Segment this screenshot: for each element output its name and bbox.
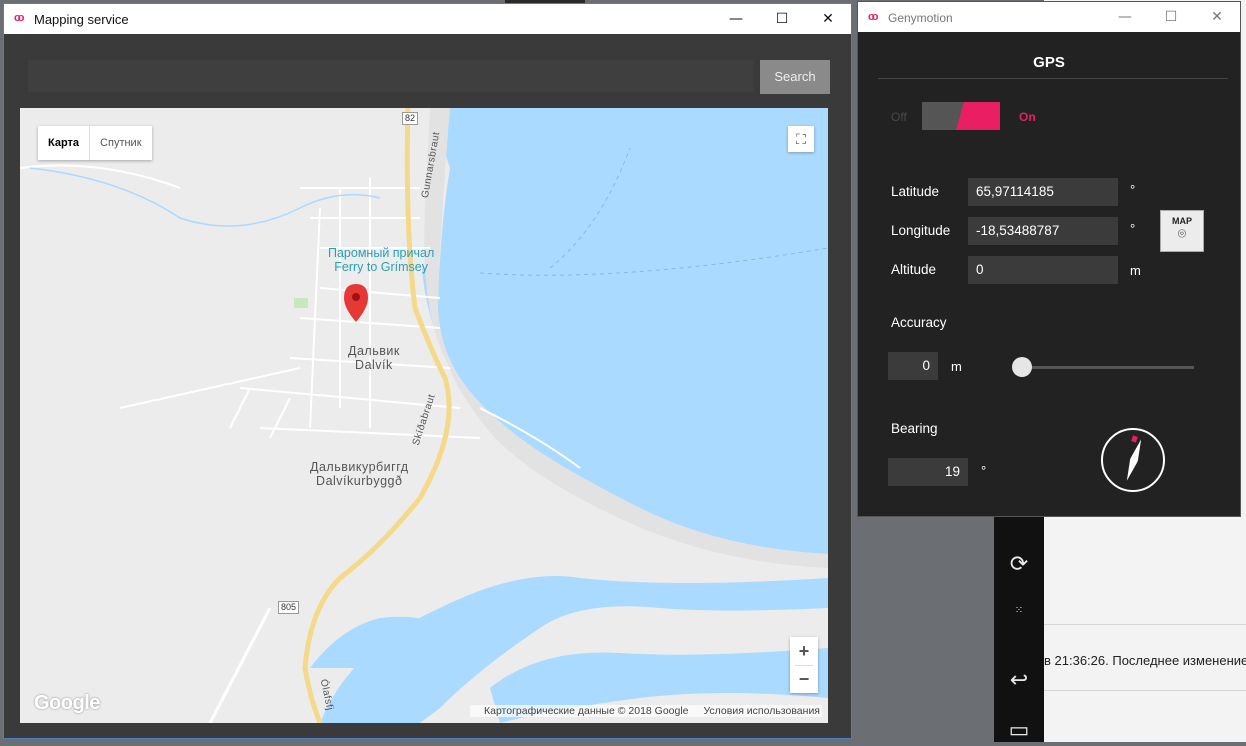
- accuracy-field[interactable]: 0: [888, 352, 938, 380]
- longitude-field[interactable]: -18,53488787: [968, 217, 1118, 245]
- latitude-field[interactable]: 65,97114185: [968, 178, 1118, 206]
- map-picker-button[interactable]: MAP ⌾: [1160, 210, 1204, 252]
- gps-on-label: On: [1019, 110, 1036, 124]
- road-number-805: 805: [278, 601, 300, 614]
- maximize-button[interactable]: ☐: [1148, 2, 1194, 32]
- android-side-toolbar: ⟳ ⁙ ↩ ▭: [994, 516, 1044, 743]
- zoom-in-button[interactable]: +: [790, 637, 818, 665]
- accuracy-unit: m: [951, 359, 962, 374]
- sea-area: [430, 108, 828, 554]
- minimize-button[interactable]: —: [713, 4, 759, 34]
- app-logo-icon: oo: [14, 12, 25, 24]
- back-icon[interactable]: ↩: [1004, 666, 1034, 696]
- terms-link[interactable]: Условия использования: [703, 705, 820, 717]
- genymotion-gps-window: oo Genymotion — ☐ ✕ GPS Off On Latitude …: [857, 1, 1241, 517]
- latitude-unit: °: [1130, 182, 1136, 197]
- altitude-label: Altitude: [891, 262, 937, 277]
- accuracy-slider-track[interactable]: [1022, 366, 1194, 369]
- close-button[interactable]: ✕: [805, 4, 851, 34]
- latitude-label: Latitude: [891, 184, 940, 199]
- map-type-satellite-button[interactable]: Спутник: [90, 126, 151, 160]
- search-button[interactable]: Search: [760, 60, 830, 94]
- bearing-unit: °: [981, 463, 987, 478]
- search-row: Search: [28, 60, 830, 94]
- zoom-out-button[interactable]: −: [790, 665, 818, 693]
- map-attribution: Картографические данные © 2018 Google Ус…: [469, 705, 822, 717]
- bearing-field[interactable]: 19: [888, 458, 968, 486]
- gps-off-label: Off: [891, 110, 907, 124]
- map-type-map-button[interactable]: Карта: [38, 126, 91, 160]
- map-type-control: Карта Спутник: [38, 126, 152, 160]
- place-label-dalvikurbyggd: Дальвикурбиггд Dalvíkurbyggð: [310, 460, 409, 488]
- accuracy-slider-handle[interactable]: [1012, 357, 1032, 377]
- place-label-dalvik: Дальвик Dalvík: [348, 344, 400, 372]
- side-road: [208, 607, 272, 723]
- pixel-perfect-icon[interactable]: ⁙: [1004, 596, 1034, 626]
- accuracy-label: Accuracy: [891, 315, 947, 330]
- close-button[interactable]: ✕: [1194, 2, 1240, 32]
- maximize-button[interactable]: ☐: [759, 4, 805, 34]
- copyright-text: Картографические данные © 2018 Google: [483, 705, 689, 717]
- zoom-control: + −: [790, 637, 818, 693]
- title-bar: oo Mapping service — ☐ ✕: [4, 4, 851, 34]
- panel-title: GPS: [1033, 54, 1065, 71]
- window-title: Genymotion: [888, 11, 953, 25]
- divider: [878, 78, 1228, 79]
- minimize-button[interactable]: —: [1102, 2, 1148, 32]
- park-area: [294, 298, 308, 308]
- place-label-ferry: Паромный причал Ferry to Grímsey: [328, 246, 435, 274]
- map-view[interactable]: 82 805 Gunnarsbraut Skíðabraut Ólafsfj П…: [20, 108, 828, 723]
- fullscreen-icon[interactable]: ⛶: [788, 126, 814, 152]
- rotate-icon[interactable]: ⟳: [1004, 550, 1034, 580]
- background-status-text: в 21:36:26. Последнее изменение: Вла: [1044, 653, 1246, 668]
- altitude-unit: m: [1130, 263, 1141, 278]
- compass-icon[interactable]: [1101, 428, 1165, 492]
- search-input[interactable]: [28, 60, 754, 92]
- location-pin-icon: [344, 284, 368, 322]
- window-title: Mapping service: [34, 12, 129, 27]
- map-pin-icon: ⌾: [1177, 226, 1187, 242]
- title-bar: oo Genymotion — ☐ ✕: [858, 2, 1240, 32]
- gps-toggle[interactable]: [922, 102, 1000, 130]
- bearing-label: Bearing: [891, 421, 938, 436]
- longitude-unit: °: [1130, 221, 1136, 236]
- road-number-82: 82: [402, 112, 419, 125]
- longitude-label: Longitude: [891, 223, 951, 238]
- google-logo: Google: [34, 692, 100, 714]
- map-button-label: MAP: [1172, 216, 1192, 226]
- mapping-service-window: oo Mapping service — ☐ ✕ Search 82 805 G…: [3, 3, 852, 739]
- altitude-field[interactable]: 0: [968, 256, 1118, 284]
- genymotion-logo-icon: oo: [868, 11, 879, 23]
